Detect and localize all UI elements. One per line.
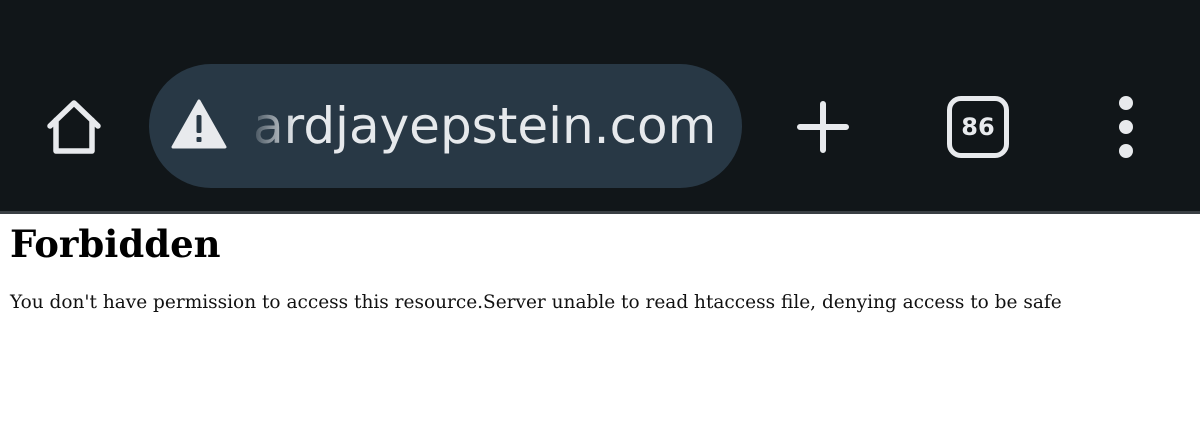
- plus-icon: [797, 101, 849, 153]
- tab-switcher-button[interactable]: 86: [947, 96, 1009, 158]
- more-vertical-icon: [1119, 96, 1133, 110]
- browser-toolbar: ardjayepstein.com 86: [0, 0, 1200, 211]
- url-text[interactable]: ardjayepstein.com: [253, 64, 716, 188]
- more-vertical-icon-dot: [1119, 120, 1133, 134]
- page-title: Forbidden: [10, 222, 221, 266]
- tab-count: 86: [961, 113, 995, 141]
- home-icon: [47, 100, 101, 154]
- error-message: You don't have permission to access this…: [10, 292, 1062, 313]
- more-menu-button[interactable]: [1106, 96, 1146, 158]
- home-button[interactable]: [40, 94, 108, 160]
- url-container: ardjayepstein.com: [253, 64, 723, 188]
- address-bar[interactable]: ardjayepstein.com: [149, 64, 742, 188]
- page-content: Forbidden You don't have permission to a…: [0, 214, 1200, 439]
- new-tab-button[interactable]: [792, 96, 854, 158]
- warning-icon[interactable]: [171, 97, 227, 153]
- more-vertical-icon-dot: [1119, 144, 1133, 158]
